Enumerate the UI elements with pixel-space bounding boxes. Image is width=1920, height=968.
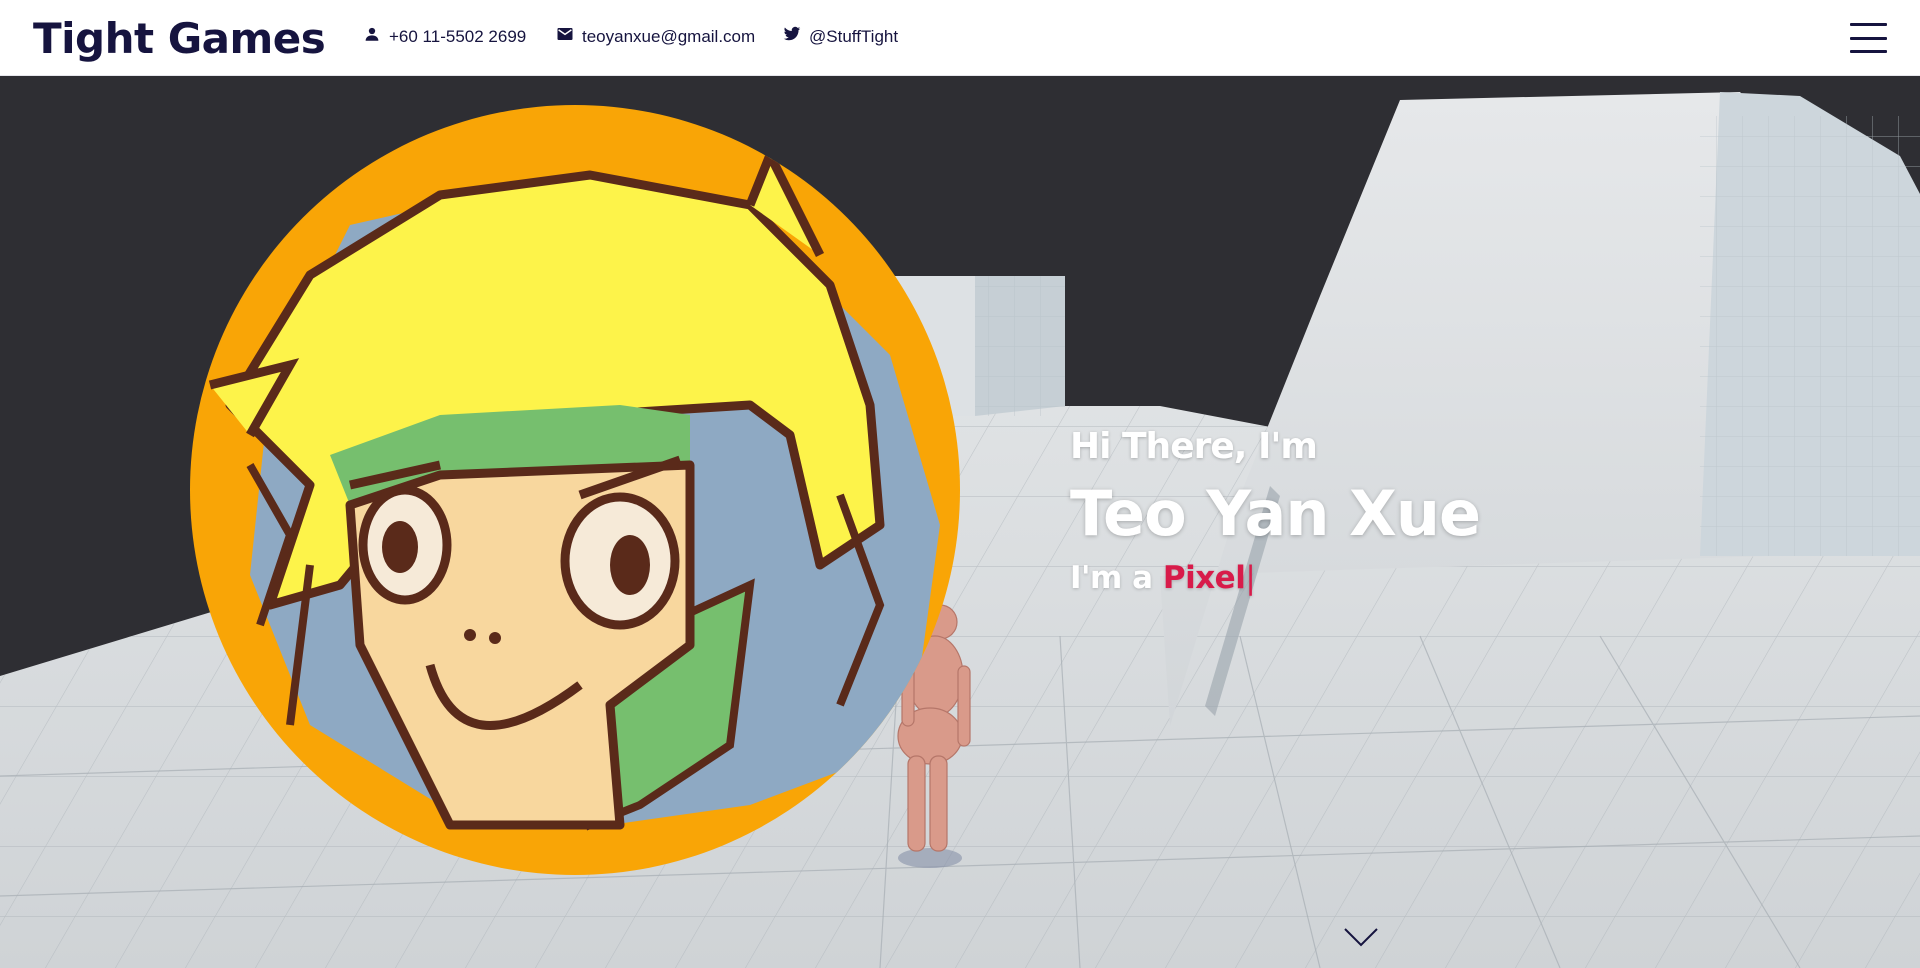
phone-contact-link[interactable]: +60 11-5502 2699 <box>363 27 526 47</box>
hero-name: Teo Yan Xue <box>1070 477 1481 550</box>
chevron-down-icon[interactable] <box>1343 925 1379 949</box>
twitter-icon <box>783 25 801 43</box>
hero-section: Hi There, I'm Teo Yan Xue I'm a Pixel| <box>0 76 1920 968</box>
menu-bar <box>1850 36 1887 40</box>
role-typed-word: Pixel <box>1162 560 1246 596</box>
role-prefix: I'm a <box>1070 560 1163 596</box>
email-contact-link[interactable]: teoyanxue@gmail.com <box>556 27 755 47</box>
site-header: Tight Games +60 11-5502 2699 teoyanxue@g… <box>0 0 1920 76</box>
twitter-handle: @StuffTight <box>809 27 899 46</box>
hero-intro: Hi There, I'm Teo Yan Xue I'm a Pixel| <box>1070 426 1481 596</box>
email-address: teoyanxue@gmail.com <box>582 27 756 46</box>
typing-cursor: | <box>1245 560 1256 596</box>
menu-bar <box>1850 50 1887 53</box>
site-logo[interactable]: Tight Games <box>33 14 326 63</box>
hamburger-menu-icon[interactable] <box>1850 23 1887 53</box>
person-icon <box>363 25 381 43</box>
twitter-contact-link[interactable]: @StuffTight <box>783 25 899 47</box>
menu-bar <box>1850 23 1887 26</box>
profile-portrait <box>190 105 960 875</box>
hero-role: I'm a Pixel| <box>1070 560 1480 596</box>
phone-number: +60 11-5502 2699 <box>389 27 527 46</box>
hero-greeting: Hi There, I'm <box>1070 426 1318 467</box>
mail-icon <box>556 25 574 43</box>
